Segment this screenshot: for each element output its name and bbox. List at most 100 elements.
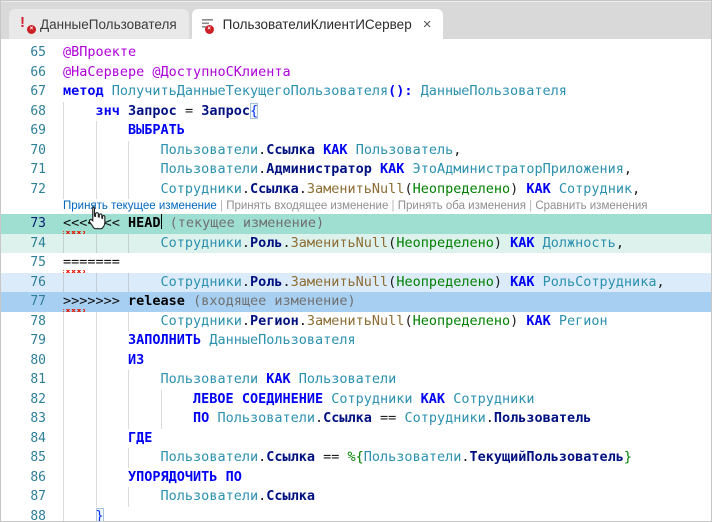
- code-line-72[interactable]: 72 Сотрудники.Ссылка.ЗаменитьNull(Неопре…: [1, 180, 711, 200]
- code-line-85[interactable]: 85 Пользователи.Ссылка == %{Пользователи…: [1, 448, 711, 468]
- code-line-65[interactable]: 65@ВПроекте: [1, 43, 711, 63]
- code-content: ВЫБРАТЬ: [63, 121, 711, 141]
- tab-dannye-polzovatelya[interactable]: ! × ДанныеПользователя: [9, 9, 189, 39]
- indent-guide: [63, 448, 64, 468]
- indent-guide: [128, 160, 129, 180]
- code-line-75[interactable]: 75=======: [1, 253, 711, 273]
- tab-bar: ! × ДанныеПользователя × ПользователиКли…: [1, 1, 711, 39]
- code-content: @НаСервере @ДоступноСКлиента: [63, 63, 711, 83]
- code-line-74[interactable]: 74 Сотрудники.Роль.ЗаменитьNull(Неопреде…: [1, 234, 711, 254]
- code-line-81[interactable]: 81 Пользователи КАК Пользователи: [1, 370, 711, 390]
- indent-guide: [63, 487, 64, 507]
- line-number: 84: [1, 429, 46, 449]
- codelens-separator: |: [388, 200, 397, 212]
- code-content: метод ПолучитьДанныеТекущегоПользователя…: [63, 82, 711, 102]
- line-number: 76: [1, 273, 46, 293]
- line-number: 72: [1, 180, 46, 200]
- indent-guide: [96, 312, 97, 332]
- editor-window: ! × ДанныеПользователя × ПользователиКли…: [0, 0, 712, 522]
- code-line-66[interactable]: 66 @НаСервере @ДоступноСКлиента: [1, 63, 711, 83]
- indent-guide: [96, 141, 97, 161]
- indent-guide: [161, 409, 162, 429]
- close-icon[interactable]: ×: [423, 17, 432, 32]
- line-number: 79: [1, 331, 46, 351]
- line-number: 74: [1, 234, 46, 254]
- codelens-action-3[interactable]: Сравнить изменения: [535, 200, 647, 212]
- code-line-79[interactable]: 79 ЗАПОЛНИТЬ ДанныеПользователя: [1, 331, 711, 351]
- indent-guide: [63, 351, 64, 371]
- code-content: УПОРЯДОЧИТЬ ПО: [63, 468, 711, 488]
- indent-guide: [63, 180, 64, 200]
- indent-guide: [63, 468, 64, 488]
- line-number: 69: [1, 121, 46, 141]
- indent-guide: [96, 409, 97, 429]
- code-content: Пользователи.Ссылка: [63, 487, 711, 507]
- code-line-71[interactable]: 71 Пользователи.Администратор КАК ЭтоАдм…: [1, 160, 711, 180]
- list-file-icon: ×: [202, 16, 218, 32]
- indent-guide: [96, 390, 97, 410]
- indent-guide: [128, 448, 129, 468]
- code-line-70[interactable]: 70 Пользователи.Ссылка КАК Пользователь,: [1, 141, 711, 161]
- code-content: Пользователи КАК Пользователи: [63, 370, 711, 390]
- indent-guide: [96, 121, 97, 141]
- code-content: Пользователи.Ссылка КАК Пользователь,: [63, 141, 711, 161]
- indent-guide: [96, 351, 97, 371]
- indent-guide: [63, 507, 64, 522]
- line-number: 67: [1, 82, 46, 102]
- code-line-83[interactable]: 83 ПО Пользователи.Ссылка == Сотрудники.…: [1, 409, 711, 429]
- code-line-77[interactable]: 77>>>>>>> release (входящее изменение): [1, 292, 711, 312]
- codelens-action-1[interactable]: Принять входящее изменение: [226, 200, 388, 212]
- code-line-69[interactable]: 69 ВЫБРАТЬ: [1, 121, 711, 141]
- line-number: 66: [1, 63, 46, 83]
- code-content: ПО Пользователи.Ссылка == Сотрудники.Пол…: [63, 409, 711, 429]
- indent-guide: [63, 234, 64, 254]
- indent-guide: [96, 370, 97, 390]
- indent-guide: [63, 331, 64, 351]
- code-line-87[interactable]: 87 Пользователи.Ссылка: [1, 487, 711, 507]
- code-line-76[interactable]: 76 Сотрудники.Роль.ЗаменитьNull(Неопреде…: [1, 273, 711, 293]
- indent-guide: [128, 141, 129, 161]
- merge-codelens: Принять текущее изменение | Принять вход…: [1, 199, 711, 214]
- indent-guide: [128, 487, 129, 507]
- code-line-84[interactable]: 84 ГДЕ: [1, 429, 711, 449]
- indent-guide: [63, 141, 64, 161]
- code-line-67[interactable]: 67 метод ПолучитьДанныеТекущегоПользовате…: [1, 82, 711, 102]
- error-badge: ×: [27, 25, 36, 34]
- code-content: }: [63, 507, 711, 522]
- code-content: Сотрудники.Роль.ЗаменитьNull(Неопределен…: [63, 273, 711, 293]
- indent-guide: [96, 429, 97, 449]
- tab-polzovateli-klient-i-server[interactable]: × ПользователиКлиентИСервер ×: [192, 9, 444, 39]
- code-content: Пользователи.Администратор КАК ЭтоАдмини…: [63, 160, 711, 180]
- error-file-icon: ! ×: [19, 16, 35, 32]
- line-number: 81: [1, 370, 46, 390]
- indent-guide: [63, 160, 64, 180]
- line-number: 78: [1, 312, 46, 332]
- code-line-73[interactable]: 73 <<<<<<< HEAD (текущее изменение): [1, 214, 711, 234]
- code-editor[interactable]: 65@ВПроекте66 @НаСервере @ДоступноСКлиент…: [1, 39, 711, 522]
- codelens-action-2[interactable]: Принять оба изменения: [398, 200, 526, 212]
- code-line-80[interactable]: 80 ИЗ: [1, 351, 711, 371]
- code-line-78[interactable]: 78 Сотрудники.Регион.ЗаменитьNull(Неопре…: [1, 312, 711, 332]
- indent-guide: [128, 409, 129, 429]
- code-content: ГДЕ: [63, 429, 711, 449]
- indent-guide: [128, 390, 129, 410]
- line-number: 77: [1, 292, 46, 312]
- indent-guide: [63, 370, 64, 390]
- error-badge: ×: [205, 25, 214, 34]
- code-line-88[interactable]: 88 }: [1, 507, 711, 522]
- line-number: 65: [1, 43, 46, 63]
- code-line-68[interactable]: 68 знч Запрос = Запрос{: [1, 102, 711, 122]
- code-content: <<<<<<< HEAD (текущее изменение): [63, 214, 711, 234]
- code-line-82[interactable]: 82 ЛЕВОЕ СОЕДИНЕНИЕ Сотрудники КАК Сотру…: [1, 390, 711, 410]
- indent-guide: [96, 487, 97, 507]
- line-number: 88: [1, 507, 46, 522]
- codelens-action-0[interactable]: Принять текущее изменение: [63, 200, 217, 212]
- code-line-86[interactable]: 86 УПОРЯДОЧИТЬ ПО: [1, 468, 711, 488]
- indent-guide: [96, 180, 97, 200]
- line-number: 83: [1, 409, 46, 429]
- line-number: 73: [1, 214, 46, 234]
- indent-guide: [63, 390, 64, 410]
- code-content: ЗАПОЛНИТЬ ДанныеПользователя: [63, 331, 711, 351]
- indent-guide: [63, 312, 64, 332]
- line-number: 86: [1, 468, 46, 488]
